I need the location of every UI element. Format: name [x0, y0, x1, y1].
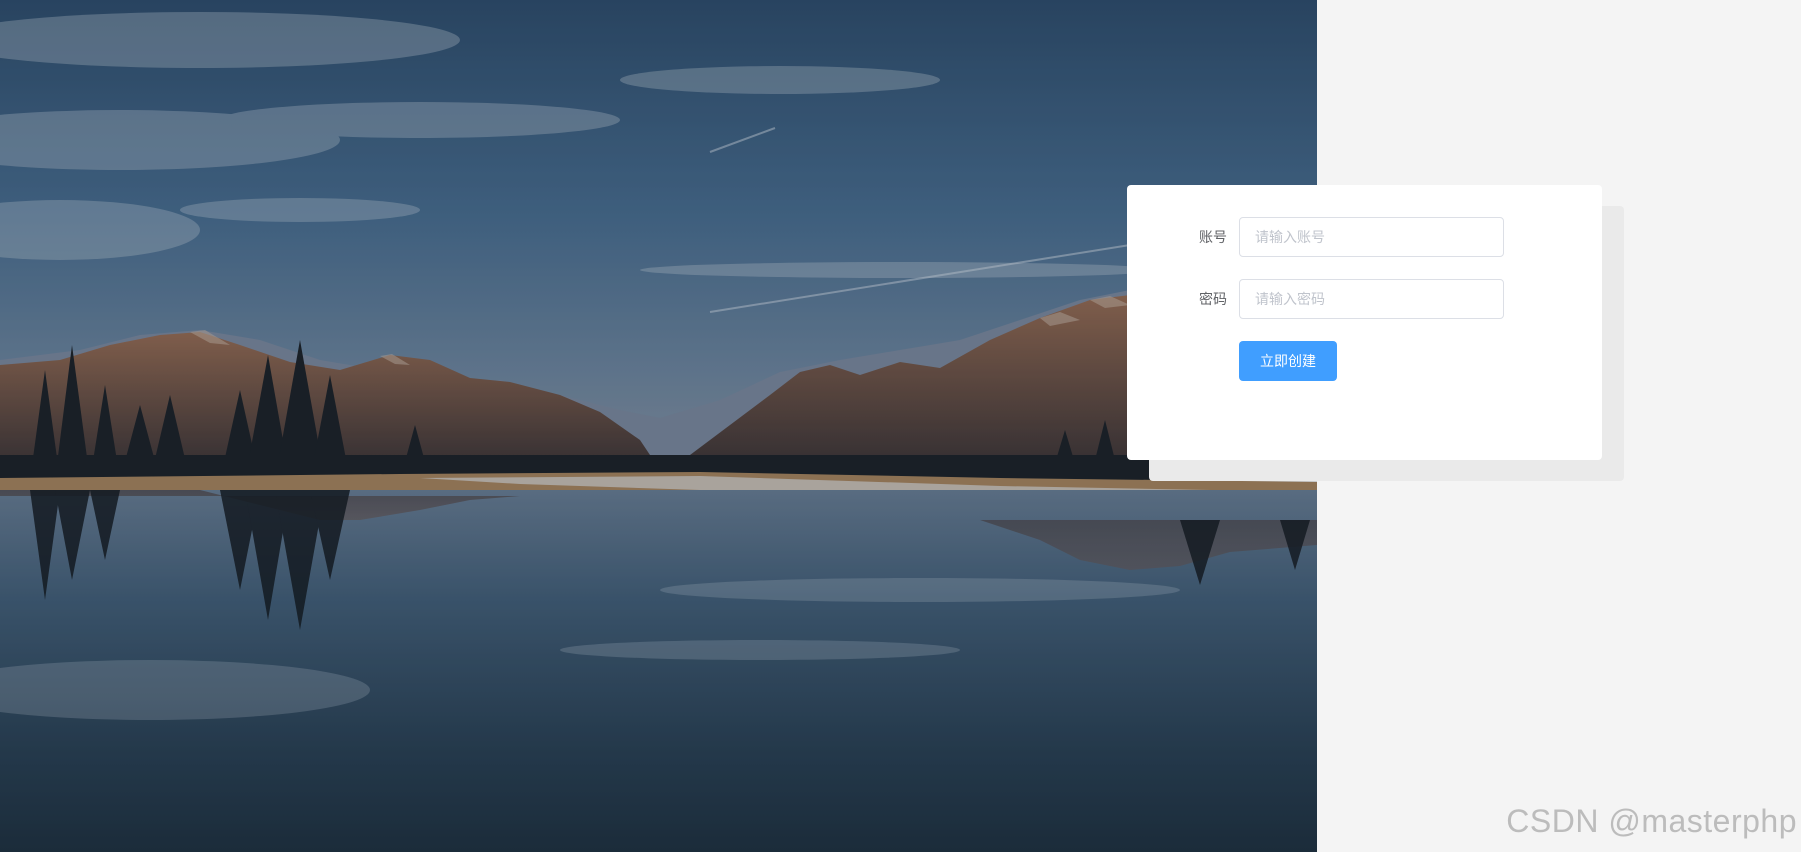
- form-card: 账号 密码 立即创建: [1127, 185, 1602, 460]
- password-input[interactable]: [1239, 279, 1504, 319]
- password-row: 密码: [1127, 279, 1602, 319]
- create-now-button[interactable]: 立即创建: [1239, 341, 1337, 381]
- watermark-text: CSDN @masterphp: [1506, 803, 1797, 839]
- password-label: 密码: [1199, 291, 1227, 307]
- background-landscape-image: [0, 0, 1317, 852]
- account-label: 账号: [1199, 229, 1227, 245]
- account-input[interactable]: [1239, 217, 1504, 257]
- account-row: 账号: [1127, 217, 1602, 257]
